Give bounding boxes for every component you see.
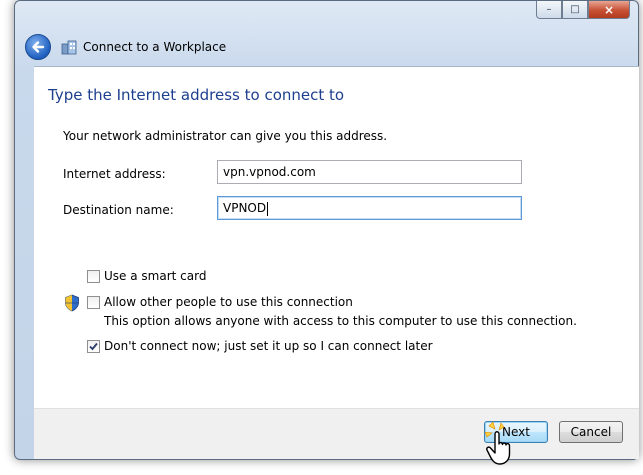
back-button[interactable] — [25, 34, 51, 60]
maximize-button[interactable]: □ — [562, 1, 588, 19]
text-caret — [267, 201, 269, 216]
dont-connect-checkbox[interactable] — [87, 340, 100, 353]
hand-cursor-icon — [484, 421, 511, 465]
caption-buttons: – □ × — [536, 1, 630, 19]
cancel-button[interactable]: Cancel — [559, 421, 623, 443]
internet-address-value: vpn.vpnod.com — [223, 165, 316, 179]
destination-name-input[interactable]: VPNOD — [217, 196, 522, 220]
content-pane — [34, 66, 639, 409]
window-title: Connect to a Workplace — [83, 40, 227, 54]
allow-others-help: This option allows anyone with access to… — [104, 314, 577, 328]
smart-card-label[interactable]: Use a smart card — [104, 269, 206, 283]
uac-shield-icon — [65, 294, 79, 312]
smart-card-checkbox[interactable] — [87, 270, 100, 283]
page-heading: Type the Internet address to connect to — [48, 86, 345, 104]
internet-address-label: Internet address: — [63, 167, 166, 181]
destination-name-value: VPNOD — [223, 201, 267, 215]
close-button[interactable]: × — [588, 1, 630, 19]
dont-connect-label[interactable]: Don't connect now; just set it up so I c… — [104, 339, 433, 353]
allow-others-label[interactable]: Allow other people to use this connectio… — [104, 295, 353, 309]
button-bar — [34, 408, 639, 459]
title-bar-row: Connect to a Workplace — [25, 34, 226, 60]
internet-address-input[interactable]: vpn.vpnod.com — [217, 160, 522, 184]
page-description: Your network administrator can give you … — [63, 129, 388, 143]
minimize-button[interactable]: – — [536, 1, 562, 19]
checkmark-icon — [89, 342, 98, 351]
network-building-icon — [61, 40, 77, 55]
allow-others-checkbox[interactable] — [87, 296, 100, 309]
destination-name-label: Destination name: — [63, 203, 174, 217]
back-arrow-icon — [32, 41, 45, 53]
